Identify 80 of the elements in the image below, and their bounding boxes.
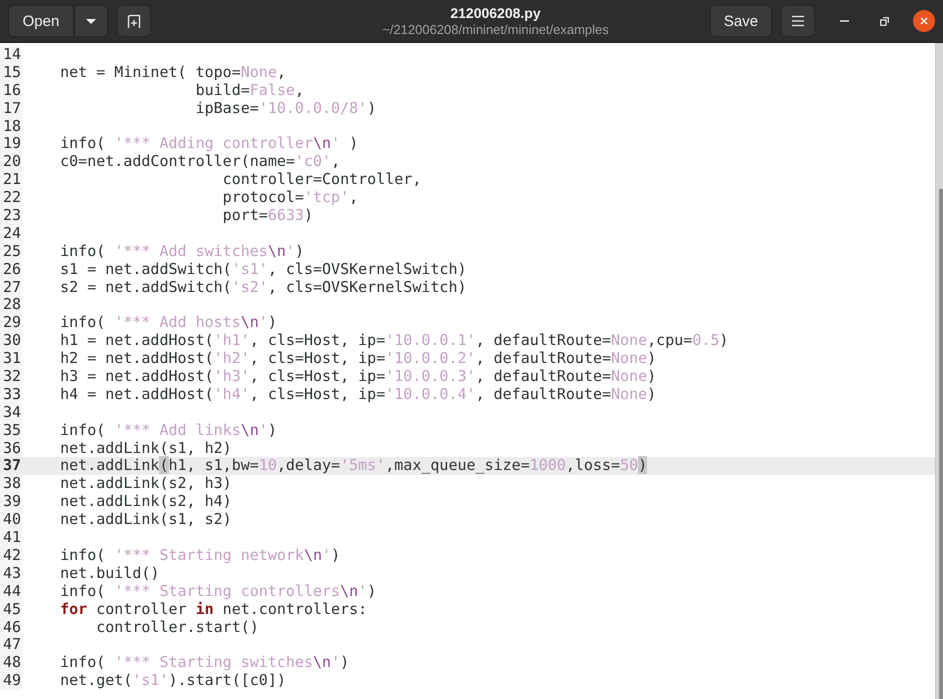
line-number: 23 <box>0 207 22 225</box>
line-number: 35 <box>0 422 22 440</box>
minimize-icon <box>840 20 848 22</box>
line-number: 47 <box>0 636 22 654</box>
line-number: 29 <box>0 314 22 332</box>
new-tab-icon <box>126 13 142 29</box>
new-tab-button[interactable] <box>117 5 151 37</box>
line-number: 44 <box>0 582 22 601</box>
code-line: h2 = net.addHost('h2', cls=Host, ip='10.0.0.2', defaultRoute=None) <box>59 350 658 368</box>
scrollbar-thumb[interactable] <box>939 189 943 699</box>
code-line: net.addLink(s2, h3) <box>59 475 233 494</box>
open-button[interactable]: Open <box>8 5 74 37</box>
line-number: 19 <box>0 135 22 154</box>
code-line: info( '*** Starting controllers\n') <box>59 582 378 601</box>
line-number: 17 <box>0 100 22 118</box>
code-line: net = Mininet( topo=None, <box>59 64 287 82</box>
code-line: s1 = net.addSwitch('s1', cls=OVSKernelSwitch) <box>59 260 468 279</box>
line-number: 32 <box>0 368 22 386</box>
window-title: 212006208.py <box>450 4 541 22</box>
code-line: ipBase='10.0.0.0/8') <box>194 100 378 118</box>
code-line: net.addLink(s1, s2) <box>59 511 233 530</box>
caret-icon <box>85 18 97 24</box>
line-number: 46 <box>0 618 22 636</box>
code-line: net.get('s1').start([c0]) <box>59 672 287 690</box>
line-number: 22 <box>0 189 22 208</box>
save-button[interactable]: Save <box>710 5 772 37</box>
code-line: info( '*** Add hosts\n') <box>59 314 278 332</box>
line-number: 27 <box>0 278 22 296</box>
code-line: info( '*** Add links\n') <box>59 422 278 440</box>
line-number: 28 <box>0 296 22 314</box>
close-icon <box>920 17 928 25</box>
line-number: 38 <box>0 475 22 494</box>
code-line: net.build() <box>59 564 160 583</box>
close-button[interactable] <box>913 10 935 32</box>
line-number: 42 <box>0 546 22 565</box>
code-line: h4 = net.addHost('h4', cls=Host, ip='10.0.0.4', defaultRoute=None) <box>59 386 658 404</box>
line-number: 25 <box>0 242 22 261</box>
line-number: 20 <box>0 153 22 172</box>
scrollbar[interactable] <box>935 43 943 699</box>
code-line: h3 = net.addHost('h3', cls=Host, ip='10.0.0.3', defaultRoute=None) <box>59 368 658 386</box>
line-number: 26 <box>0 260 22 279</box>
code-line: controller=Controller, <box>222 171 422 190</box>
code-line: c0=net.addController(name='c0', <box>59 153 342 172</box>
line-number: 34 <box>0 404 22 422</box>
code-line: h1 = net.addHost('h1', cls=Host, ip='10.0.0.1', defaultRoute=None,cpu=0.5) <box>59 332 730 350</box>
line-number: 16 <box>0 82 22 100</box>
code-line: info( '*** Starting network\n') <box>59 546 342 565</box>
code-line: s2 = net.addSwitch('s2', cls=OVSKernelSwitch) <box>59 278 468 296</box>
code-line: net.addLink(s1, h2) <box>59 440 233 458</box>
line-number: 39 <box>0 493 22 512</box>
code-line: build=False, <box>194 82 305 100</box>
line-number: 15 <box>0 64 22 82</box>
line-number: 41 <box>0 529 22 547</box>
line-number: 30 <box>0 332 22 350</box>
line-number: 37 <box>0 457 22 476</box>
restore-icon <box>880 16 888 26</box>
line-number: 43 <box>0 564 22 583</box>
line-number: 21 <box>0 171 22 190</box>
window-subtitle: ~/212006208/mininet/mininet/examples <box>382 22 609 38</box>
line-number: 33 <box>0 386 22 404</box>
line-number: 36 <box>0 440 22 458</box>
code-line: info( '*** Adding controller\n' ) <box>59 135 360 154</box>
code-line: info( '*** Starting switches\n') <box>59 654 350 672</box>
code-line: controller.start() <box>95 618 260 636</box>
code-line: for controller in net.controllers: <box>59 600 368 618</box>
line-number: 45 <box>0 600 22 618</box>
line-number: 48 <box>0 654 22 672</box>
line-number: 31 <box>0 350 22 368</box>
menu-icon <box>791 15 805 27</box>
dropdown-button[interactable] <box>74 5 108 37</box>
line-number: 18 <box>0 118 22 136</box>
line-number: 40 <box>0 511 22 530</box>
line-number: 14 <box>0 46 22 64</box>
line-number: 24 <box>0 224 22 243</box>
code-line: net.addLink(s2, h4) <box>59 493 233 512</box>
code-line: protocol='tcp', <box>222 189 360 208</box>
code-line: port=6633) <box>222 207 314 225</box>
menu-button[interactable] <box>781 5 815 37</box>
code-line: info( '*** Add switches\n') <box>59 242 305 261</box>
line-number: 49 <box>0 672 22 690</box>
